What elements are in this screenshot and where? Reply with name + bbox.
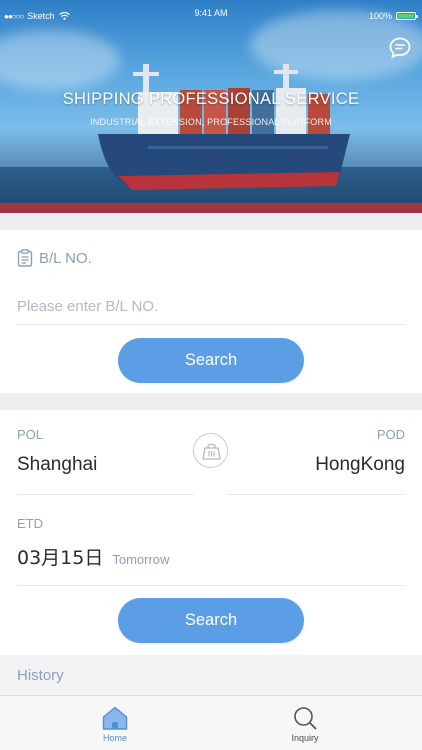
battery-percent: 100% — [368, 11, 392, 21]
bl-label: B/L NO. — [39, 249, 92, 267]
bl-number-input[interactable] — [17, 289, 405, 325]
clipboard-icon — [17, 249, 33, 267]
search-icon — [294, 707, 317, 730]
route-search-card: POL POD Shanghai HongKong ETD 03月15日 Tom… — [0, 410, 422, 655]
hero-subtitle: INDUSTRIAL EXTENSION, PROFESSIONAL PLATF… — [90, 117, 332, 127]
chat-icon[interactable] — [388, 36, 412, 60]
pod-value[interactable]: HongKong — [315, 454, 405, 476]
tab-home-label: Home — [102, 733, 127, 743]
etd-label: ETD — [17, 516, 43, 531]
tab-inquiry-label: Inquiry — [291, 733, 319, 743]
etd-date-picker[interactable]: 03月15日 Tomorrow — [17, 543, 169, 570]
history-label: History — [17, 667, 64, 684]
etd-value: 03月15日 — [17, 547, 104, 569]
history-section: History — [0, 655, 422, 695]
container-icon — [202, 443, 221, 460]
pol-value[interactable]: Shanghai — [17, 454, 97, 476]
divider — [17, 494, 194, 495]
route-search-button[interactable]: Search — [118, 598, 304, 643]
hero-banner: ●●○○○ Sketch 9:41 AM 100% SHIPPING PROFE… — [0, 0, 422, 213]
divider — [17, 585, 405, 586]
bl-search-card: B/L NO. Search — [0, 230, 422, 393]
hero-title: SHIPPING PROFESSIONAL SERVICE — [62, 90, 360, 108]
pol-label: POL — [17, 427, 44, 442]
tab-bar: Home Inquiry — [0, 695, 422, 750]
swap-ports-button[interactable] — [193, 433, 228, 468]
ship-illustration — [98, 64, 350, 190]
tab-home[interactable]: Home — [85, 706, 145, 743]
waterline-decoration — [0, 203, 422, 213]
bl-label-row: B/L NO. — [17, 249, 92, 267]
status-bar: ●●○○○ Sketch 9:41 AM 100% — [0, 0, 422, 22]
pod-label: POD — [376, 427, 405, 442]
home-icon — [102, 706, 128, 730]
divider — [228, 494, 405, 495]
clock: 9:41 AM — [194, 8, 228, 18]
battery-icon — [396, 12, 418, 20]
bl-search-button[interactable]: Search — [118, 338, 304, 383]
etd-hint: Tomorrow — [112, 552, 170, 567]
tab-inquiry[interactable]: Inquiry — [275, 706, 335, 743]
